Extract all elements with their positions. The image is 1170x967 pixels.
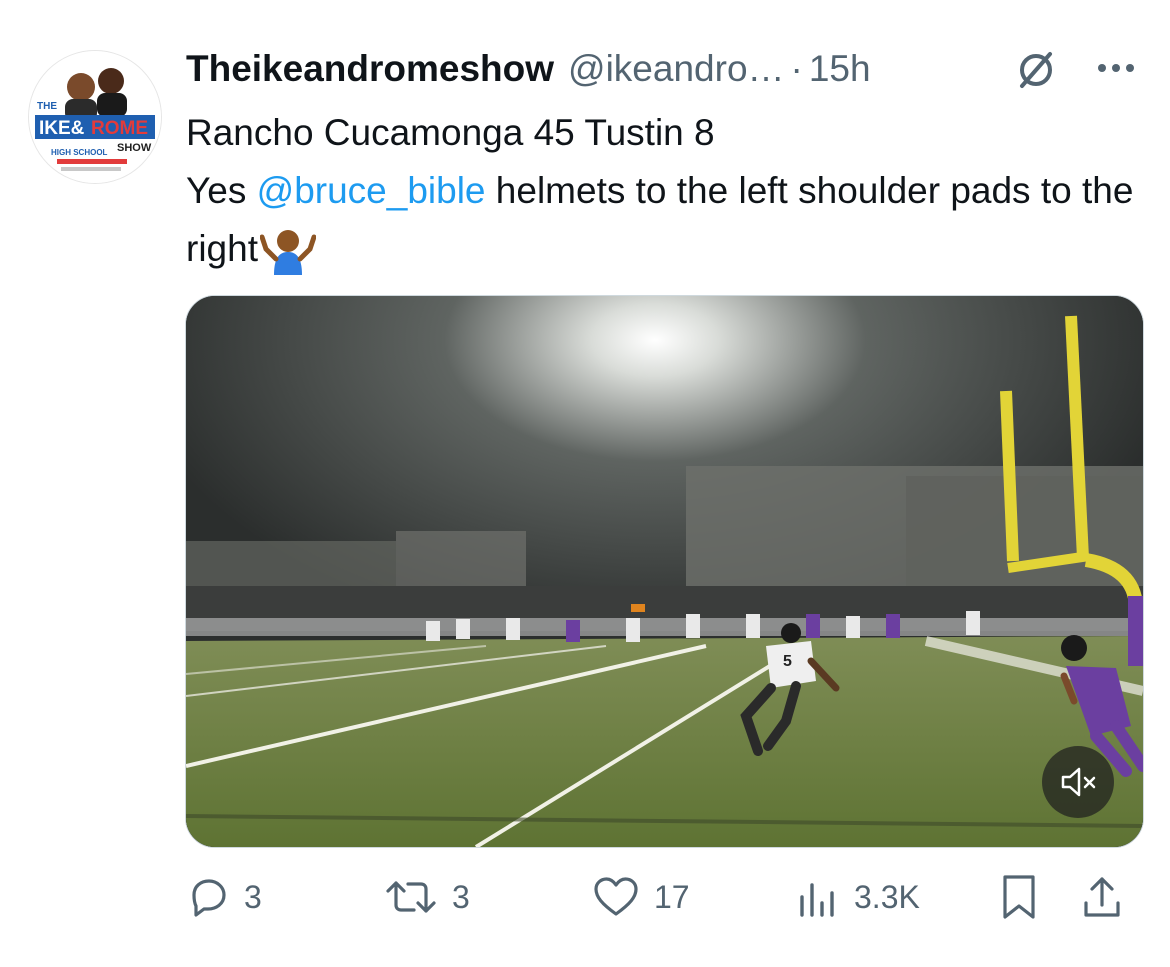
- share-button[interactable]: [1080, 872, 1124, 922]
- svg-text:5: 5: [783, 653, 792, 670]
- more-icon[interactable]: [1092, 56, 1140, 80]
- reply-button[interactable]: 3: [186, 872, 262, 922]
- mention-link[interactable]: @bruce_bible: [257, 170, 486, 211]
- user-handle[interactable]: @ikeandro…: [568, 48, 785, 90]
- mute-button[interactable]: [1042, 746, 1114, 818]
- avatar[interactable]: THE IKE& ROME SHOW HIGH SCHOOL: [28, 50, 162, 184]
- view-count: 3.3K: [854, 878, 920, 915]
- analytics-icon: [800, 883, 834, 917]
- like-button[interactable]: 17: [592, 872, 690, 922]
- ike-and-rome-show-logo: THE IKE& ROME SHOW HIGH SCHOOL: [29, 51, 161, 183]
- repost-icon: [386, 881, 436, 913]
- bookmark-icon: [1003, 875, 1035, 919]
- like-count: 17: [654, 878, 690, 915]
- repost-count: 3: [452, 878, 470, 915]
- bookmark-button[interactable]: [998, 872, 1040, 922]
- display-name[interactable]: Theikeandromeshow: [186, 48, 554, 90]
- football-game-video-frame: 5: [186, 296, 1143, 847]
- separator-dot: ·: [790, 48, 803, 89]
- repost-button[interactable]: 3: [384, 872, 470, 922]
- heart-icon: [594, 877, 638, 916]
- tweet-header: Theikeandromeshow @ikeandro… · 15h: [186, 44, 1146, 94]
- logo-high-school: HIGH SCHOOL: [51, 148, 108, 157]
- share-icon: [1084, 877, 1120, 917]
- logo-the: THE: [37, 101, 57, 112]
- tweet-text: Rancho Cucamonga 45 Tustin 8 Yes @bruce_…: [186, 104, 1146, 278]
- tweet-text-line1: Rancho Cucamonga 45 Tustin 8: [186, 112, 715, 153]
- tweet-text-yes: Yes: [186, 170, 257, 211]
- tweet-text-body: Yes @bruce_bible helmets to the left sho…: [186, 162, 1146, 278]
- reply-icon: [192, 879, 226, 917]
- person-shrugging-emoji: [259, 230, 316, 276]
- views-button[interactable]: 3.3K: [796, 872, 920, 922]
- video-player[interactable]: 5: [185, 295, 1144, 848]
- logo-ike: IKE&: [39, 118, 85, 139]
- timestamp[interactable]: 15h: [809, 48, 871, 90]
- volume-muted-icon: [1061, 767, 1096, 797]
- logo-show: SHOW: [117, 142, 152, 154]
- grok-icon[interactable]: [1012, 46, 1060, 94]
- reply-count: 3: [244, 878, 262, 915]
- logo-rome: ROME: [91, 118, 148, 139]
